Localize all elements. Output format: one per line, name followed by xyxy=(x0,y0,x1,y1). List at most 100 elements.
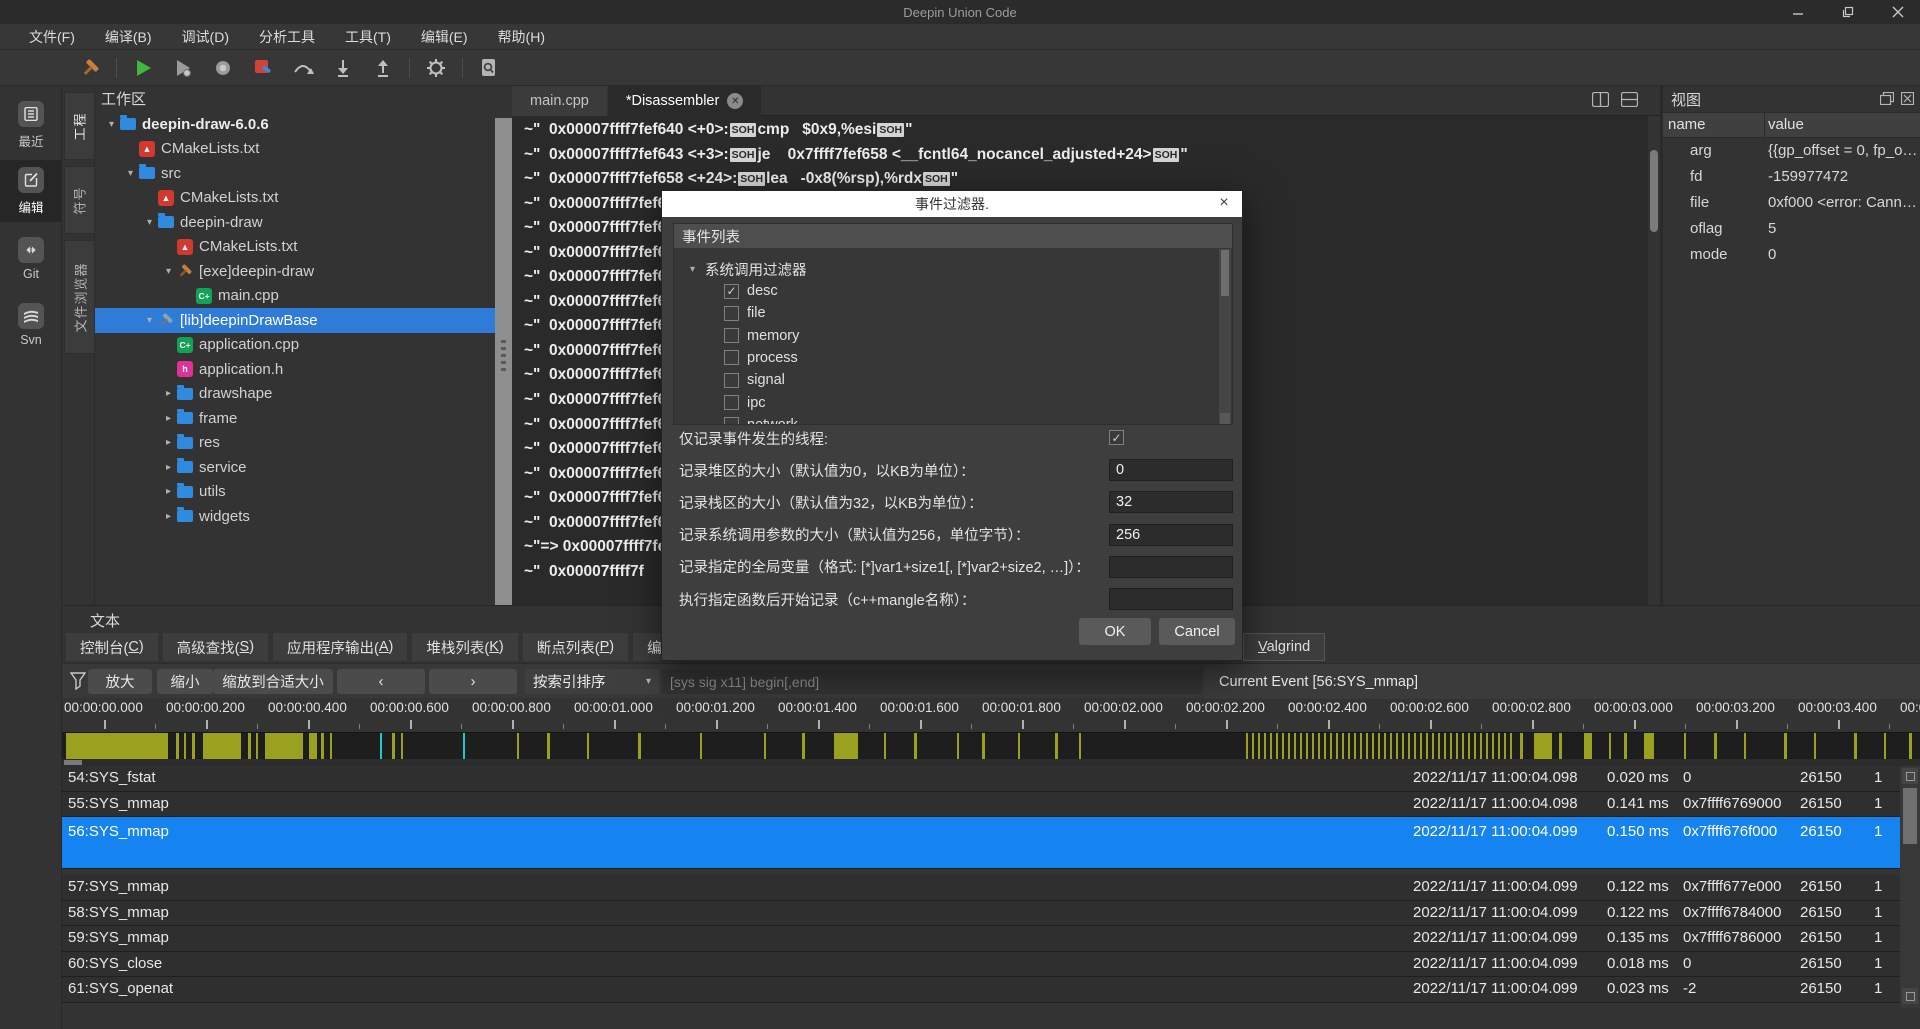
expander-icon[interactable]: ▾ xyxy=(143,315,156,326)
checkbox-memory[interactable] xyxy=(724,328,739,343)
filter-tree-root[interactable]: ▾ 系统调用过滤器 xyxy=(686,258,807,280)
filter-item-memory[interactable]: memory xyxy=(724,325,799,347)
tree-item-utils[interactable]: ▸utils xyxy=(95,480,495,505)
continue-icon[interactable] xyxy=(170,55,196,81)
event-row-55:SYS_mmap[interactable]: 55:SYS_mmap2022/11/17 11:00:04.0980.141 … xyxy=(62,792,1920,818)
timeline-search[interactable] xyxy=(662,669,1202,694)
tree-item-application.h[interactable]: happlication.h xyxy=(95,357,495,382)
tree-item-src[interactable]: ▾src xyxy=(95,161,495,186)
tree-item-deepin-draw[interactable]: ▾deepin-draw xyxy=(95,210,495,235)
filter-item-process[interactable]: process xyxy=(724,347,798,369)
tree-item-[exe]deepin-draw[interactable]: ▾[exe]deepin-draw xyxy=(95,259,495,284)
checkbox-signal[interactable] xyxy=(724,373,739,388)
activity-item-最近[interactable]: 最近 xyxy=(0,94,62,156)
expander-icon[interactable]: ▸ xyxy=(162,413,175,424)
timeline-button-4[interactable]: › xyxy=(429,669,517,694)
menu-item-0[interactable]: 文件(F) xyxy=(14,27,90,47)
build-hammer-icon[interactable] xyxy=(77,55,103,81)
variable-row-fd[interactable]: fd-159977472 xyxy=(1663,164,1920,190)
menu-item-4[interactable]: 工具(T) xyxy=(330,27,406,47)
thread-only-checkbox[interactable]: ✓ xyxy=(1109,430,1124,445)
expander-icon[interactable]: ▸ xyxy=(162,462,175,473)
field-input-5[interactable] xyxy=(1109,588,1233,610)
tab-valgrind[interactable]: Valgrind xyxy=(1243,633,1325,661)
split-vertical-icon[interactable] xyxy=(1592,92,1609,110)
expander-icon[interactable]: ▸ xyxy=(162,437,175,448)
checkbox-network[interactable] xyxy=(724,417,739,425)
event-list-scroll-thumb[interactable] xyxy=(1221,250,1229,296)
step-over-icon[interactable] xyxy=(290,55,316,81)
editor-scrollbar[interactable] xyxy=(1648,116,1660,605)
side-tab-1[interactable]: 工程 xyxy=(64,92,95,160)
side-tab-2[interactable]: 符号 xyxy=(64,166,95,234)
dialog-close-icon[interactable]: × xyxy=(1214,193,1234,213)
menu-item-3[interactable]: 分析工具 xyxy=(244,27,330,47)
activity-item-Git[interactable]: Git xyxy=(0,228,62,290)
event-row-59:SYS_mmap[interactable]: 59:SYS_mmap2022/11/17 11:00:04.0990.135 … xyxy=(62,926,1920,952)
dock-tab-2[interactable]: 应用程序输出(A) xyxy=(273,633,407,661)
panel-splitter[interactable] xyxy=(495,118,512,605)
funnel-icon[interactable] xyxy=(70,672,86,693)
tree-item-deepin-draw-6.0.6[interactable]: ▾deepin-draw-6.0.6 xyxy=(95,112,495,137)
split-horizontal-icon[interactable] xyxy=(1621,92,1638,110)
dock-tab-4[interactable]: 断点列表(P) xyxy=(523,633,628,661)
search-doc-icon[interactable] xyxy=(476,55,502,81)
field-input-2[interactable]: 32 xyxy=(1109,491,1233,513)
dock-tab-1[interactable]: 高级查找(S) xyxy=(163,633,268,661)
restart-icon[interactable] xyxy=(210,55,236,81)
dock-tab-0[interactable]: 控制台(C) xyxy=(66,633,158,661)
variable-row-arg[interactable]: arg{{gp_offset = 0, fp_o… xyxy=(1663,138,1920,164)
filter-item-signal[interactable]: signal xyxy=(724,369,785,391)
expander-icon[interactable]: ▾ xyxy=(162,266,175,277)
tree-item-CMakeLists.txt[interactable]: ▲CMakeLists.txt xyxy=(95,186,495,211)
maximize-icon[interactable] xyxy=(1840,4,1856,20)
filter-item-ipc[interactable]: ipc xyxy=(724,392,766,414)
tree-item-CMakeLists.txt[interactable]: ▲CMakeLists.txt xyxy=(95,235,495,260)
variable-row-oflag[interactable]: oflag5 xyxy=(1663,216,1920,242)
event-row-58:SYS_mmap[interactable]: 58:SYS_mmap2022/11/17 11:00:04.0990.122 … xyxy=(62,901,1920,927)
close-panel-icon[interactable] xyxy=(1901,92,1914,108)
checkbox-desc[interactable]: ✓ xyxy=(724,284,739,299)
timeline-button-0[interactable]: 放大 xyxy=(88,669,152,694)
sort-dropdown[interactable]: 按索引排序 ▾ xyxy=(525,669,659,694)
menu-item-6[interactable]: 帮助(H) xyxy=(483,27,560,47)
run-icon[interactable] xyxy=(130,55,156,81)
variable-row-file[interactable]: file0xf000 <error: Cann… xyxy=(1663,190,1920,216)
activity-item-编辑[interactable]: 编辑 xyxy=(0,160,62,222)
event-row-60:SYS_close[interactable]: 60:SYS_close2022/11/17 11:00:04.0990.018… xyxy=(62,952,1920,978)
step-into-icon[interactable] xyxy=(330,55,356,81)
expander-icon[interactable]: ▾ xyxy=(124,168,137,179)
tree-item-application.cpp[interactable]: C+application.cpp xyxy=(95,333,495,358)
search-input[interactable] xyxy=(662,669,1202,694)
tree-item-service[interactable]: ▸service xyxy=(95,455,495,480)
dialog-titlebar[interactable]: 事件过滤器. × xyxy=(662,191,1242,217)
tree-item-frame[interactable]: ▸frame xyxy=(95,406,495,431)
menu-item-5[interactable]: 编辑(E) xyxy=(406,27,483,47)
tree-item-drawshape[interactable]: ▸drawshape xyxy=(95,382,495,407)
event-row-57:SYS_mmap[interactable]: 57:SYS_mmap2022/11/17 11:00:04.0990.122 … xyxy=(62,875,1920,901)
minimize-icon[interactable] xyxy=(1790,4,1806,20)
editor-tab-maincpp[interactable]: main.cpp xyxy=(512,86,607,116)
variable-row-mode[interactable]: mode0 xyxy=(1663,242,1920,268)
expander-icon[interactable]: ▸ xyxy=(162,388,175,399)
timeline-button-1[interactable]: 缩小 xyxy=(157,669,213,694)
checkbox-ipc[interactable] xyxy=(724,395,739,410)
timeline-ruler[interactable]: 00:00:00.00000:00:00.20000:00:00.40000:0… xyxy=(62,698,1920,732)
menu-item-1[interactable]: 编译(B) xyxy=(90,27,167,47)
tree-item-[lib]deepinDrawBase[interactable]: ▾[lib]deepinDrawBase xyxy=(95,308,495,333)
gear-icon[interactable] xyxy=(423,55,449,81)
event-list-scrollbar[interactable] xyxy=(1219,249,1231,425)
tree-item-widgets[interactable]: ▸widgets xyxy=(95,504,495,529)
activity-item-Svn[interactable]: Svn xyxy=(0,294,62,356)
editor-tab-Disassembler[interactable]: *Disassembler✕ xyxy=(608,86,761,116)
field-input-4[interactable] xyxy=(1109,556,1233,578)
scroll-down-icon[interactable] xyxy=(1902,988,1918,1004)
expander-icon[interactable]: ▾ xyxy=(143,217,156,228)
event-row-61:SYS_openat[interactable]: 61:SYS_openat2022/11/17 11:00:04.0990.02… xyxy=(62,977,1920,1003)
event-table-scrollbar[interactable] xyxy=(1900,766,1920,1008)
event-scroll-thumb[interactable] xyxy=(1903,788,1917,844)
tree-item-main.cpp[interactable]: C+main.cpp xyxy=(95,284,495,309)
step-out-icon[interactable] xyxy=(370,55,396,81)
filter-item-network[interactable]: network xyxy=(724,414,798,425)
scroll-up-icon[interactable] xyxy=(1902,768,1918,784)
